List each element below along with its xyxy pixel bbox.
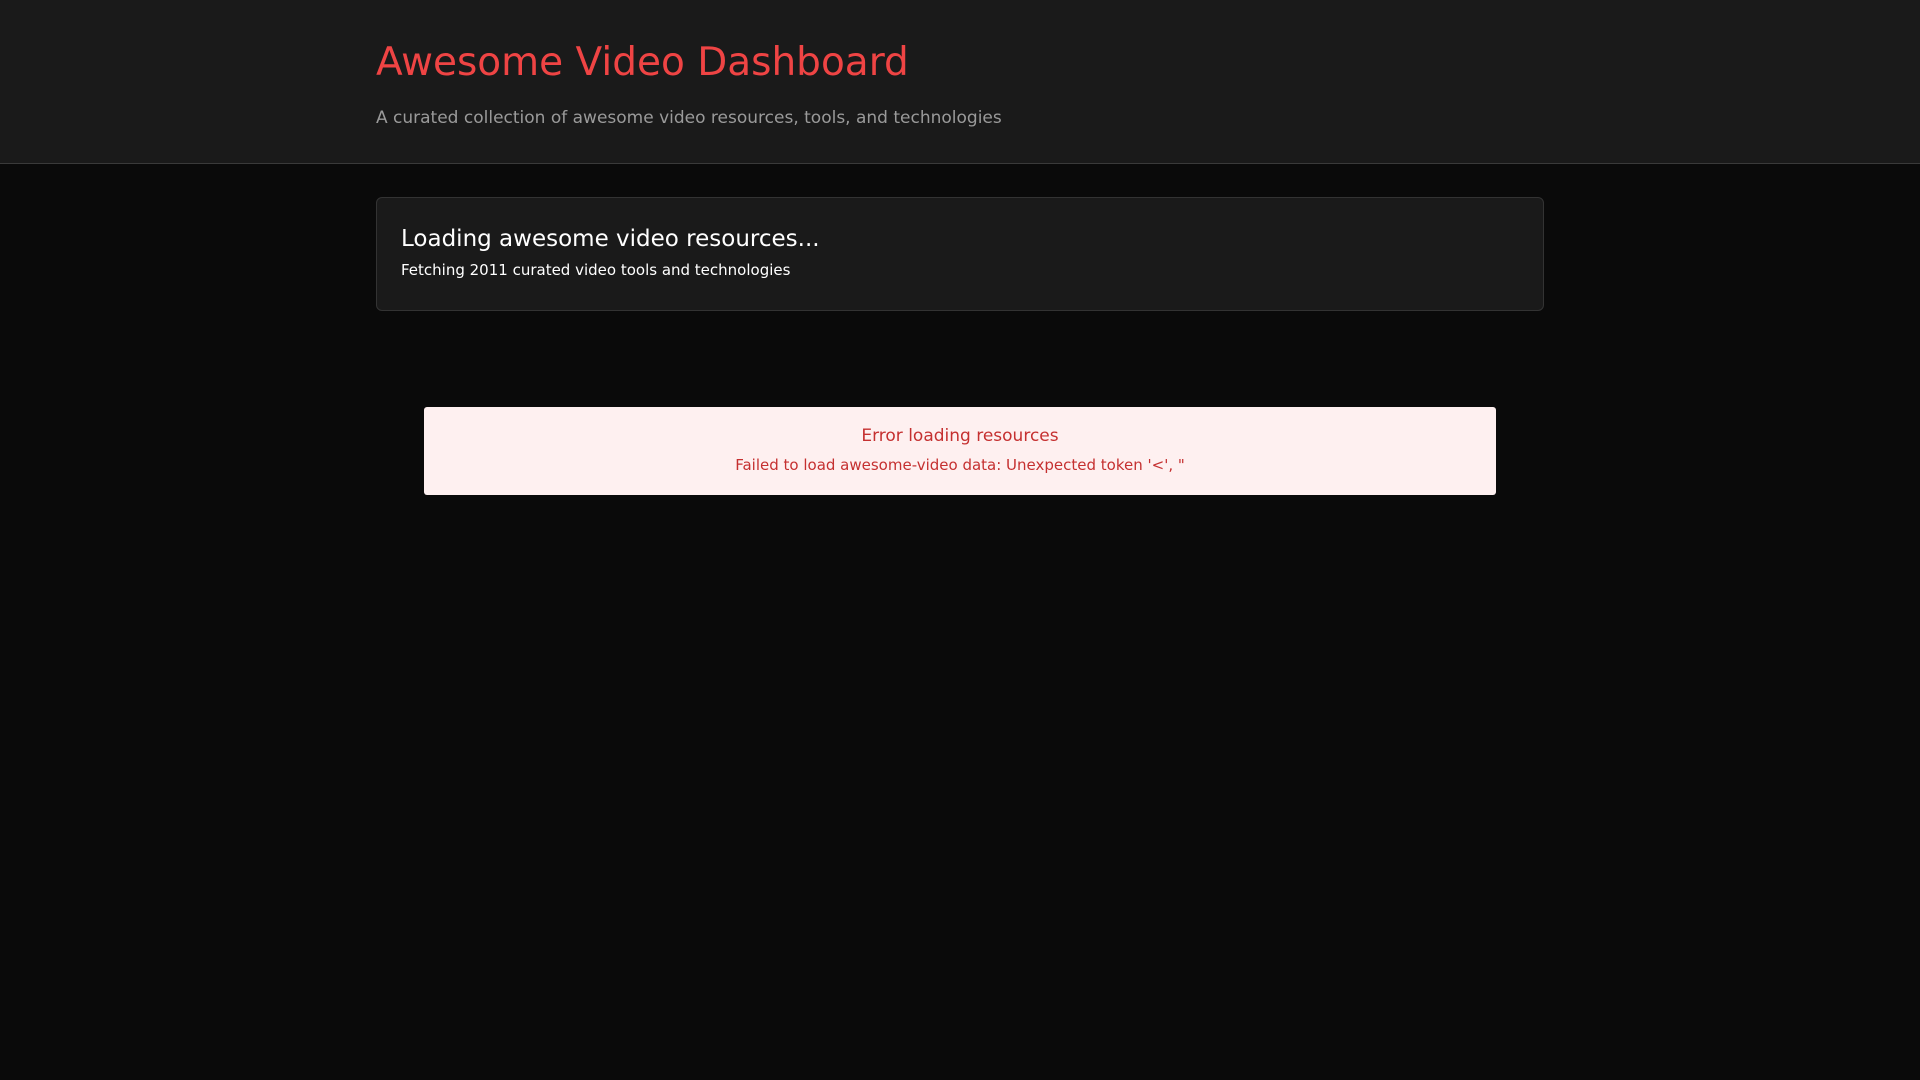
error-message: Failed to load awesome-video data: Unexp… [735, 456, 1185, 474]
loading-title: Loading awesome video resources... [401, 226, 820, 252]
loading-status-card: Loading awesome video resources... Fetch… [376, 197, 1544, 311]
page-subtitle: A curated collection of awesome video re… [376, 108, 1002, 128]
error-title: Error loading resources [861, 426, 1059, 446]
header-content: Awesome Video Dashboard A curated collec… [376, 0, 1544, 164]
error-alert: Error loading resources Failed to load a… [424, 407, 1496, 495]
page-header: Awesome Video Dashboard A curated collec… [0, 0, 1920, 164]
page-title: Awesome Video Dashboard [376, 40, 909, 85]
loading-subtitle: Fetching 2011 curated video tools and te… [401, 261, 791, 279]
